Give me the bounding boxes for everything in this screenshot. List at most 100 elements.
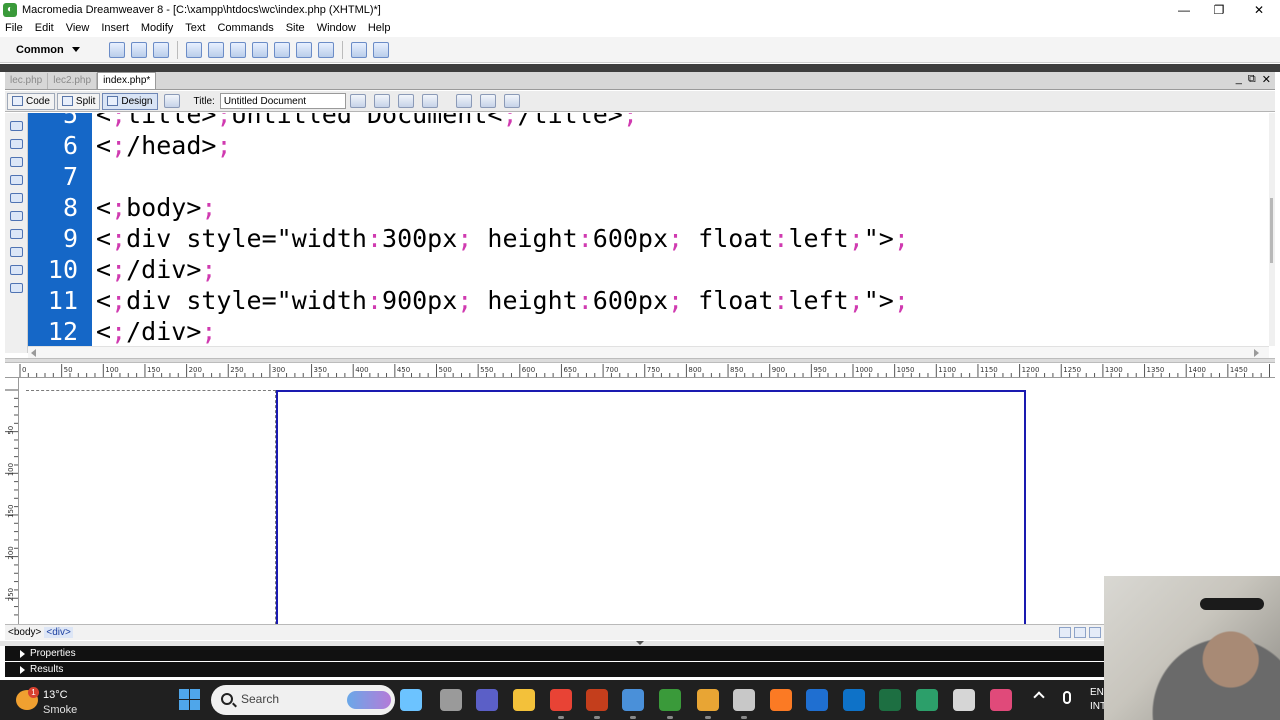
teams-icon[interactable] <box>476 689 498 711</box>
tab-lec2-php[interactable]: lec2.php <box>48 73 98 89</box>
menu-site[interactable]: Site <box>280 20 311 36</box>
div-900px-selected[interactable] <box>276 390 1026 624</box>
tab-lec-php[interactable]: lec.php <box>5 73 49 89</box>
menu-text[interactable]: Text <box>179 20 211 36</box>
menu-help[interactable]: Help <box>362 20 397 36</box>
code-line-7[interactable]: 7 <box>28 161 1269 192</box>
templates-icon[interactable] <box>318 41 334 58</box>
snipping-tool-icon[interactable] <box>990 689 1012 711</box>
start-button[interactable] <box>179 689 200 710</box>
menu-window[interactable]: Window <box>311 20 362 36</box>
collapse-arrow-icon[interactable] <box>636 641 644 645</box>
hyperlink-icon[interactable] <box>109 41 125 58</box>
properties-panel-header[interactable]: Properties <box>5 646 1275 661</box>
insert-category-dropdown[interactable]: Common <box>16 44 86 56</box>
menu-view[interactable]: View <box>60 20 96 36</box>
code-line-5[interactable]: 5 <;title>;Untitled Document<;/title>; <box>28 113 1269 130</box>
visual-aids-icon[interactable] <box>503 94 520 108</box>
design-view-button[interactable]: Design <box>102 92 158 110</box>
menu-commands[interactable]: Commands <box>211 20 279 36</box>
code-line-6[interactable]: 6 <;/head>; <box>28 130 1269 161</box>
minimize-button[interactable]: — <box>1164 0 1204 20</box>
tag-selector-div[interactable]: <div> <box>44 627 73 638</box>
vpn-icon[interactable] <box>622 689 644 719</box>
microphone-icon[interactable] <box>1063 691 1071 704</box>
close-button[interactable]: ✕ <box>1239 0 1279 20</box>
code-line-9[interactable]: 9 <;div style="width:300px; height:600px;… <box>28 223 1269 254</box>
table-icon[interactable] <box>186 41 202 58</box>
zoom-tool-icon[interactable] <box>1089 627 1101 638</box>
tag-selector-body[interactable]: <body> <box>8 627 41 638</box>
powerpoint-icon[interactable] <box>586 689 608 719</box>
code-editor[interactable]: 5 <;title>;Untitled Document<;/title>; 6 <;… <box>28 113 1269 346</box>
collapse-selection-icon[interactable] <box>9 157 23 167</box>
edge-icon[interactable] <box>916 689 938 711</box>
code-vertical-scrollbar[interactable] <box>1269 113 1275 346</box>
xampp-icon[interactable] <box>770 689 792 711</box>
design-view-canvas[interactable] <box>20 379 1275 624</box>
open-documents-icon[interactable] <box>9 121 23 131</box>
menu-file[interactable]: File <box>0 20 29 36</box>
chrome-icon[interactable] <box>550 689 572 719</box>
refresh-icon[interactable] <box>455 94 472 108</box>
doc-restore-button[interactable]: ⧉ <box>1248 73 1256 86</box>
hand-tool-icon[interactable] <box>1074 627 1086 638</box>
scroll-right-icon[interactable] <box>1254 349 1259 357</box>
balance-braces-icon[interactable] <box>9 211 23 221</box>
show-hidden-icons-chevron-icon[interactable] <box>1033 691 1045 703</box>
weather-widget[interactable]: 1 13°C Smoke <box>14 685 94 716</box>
remove-comment-icon[interactable] <box>9 283 23 293</box>
debug-icon[interactable] <box>397 94 414 108</box>
code-line-8[interactable]: 8 <;body>; <box>28 192 1269 223</box>
settings-icon[interactable] <box>733 689 755 719</box>
dreamweaver-icon[interactable] <box>659 689 681 719</box>
collapse-tag-icon[interactable] <box>9 139 23 149</box>
named-anchor-icon[interactable] <box>153 41 169 58</box>
email-link-icon[interactable] <box>131 41 147 58</box>
chrome-canary-icon[interactable] <box>697 689 719 719</box>
file-explorer-icon[interactable] <box>513 689 535 711</box>
teamviewer-icon[interactable] <box>843 689 865 711</box>
results-panel-header[interactable]: Results <box>5 662 1275 677</box>
file-management-icon[interactable] <box>349 94 366 108</box>
line-numbers-icon[interactable] <box>9 229 23 239</box>
live-data-icon[interactable] <box>163 94 180 108</box>
task-view-icon[interactable] <box>440 689 462 711</box>
highlight-invalid-code-icon[interactable] <box>9 247 23 257</box>
code-line-11[interactable]: 11 <;div style="width:900px; height:600px… <box>28 285 1269 316</box>
menu-edit[interactable]: Edit <box>29 20 60 36</box>
comment-icon[interactable] <box>296 41 312 58</box>
tag-chooser-icon[interactable] <box>351 41 367 58</box>
split-view-button[interactable]: Split <box>56 92 101 110</box>
view-options-icon[interactable] <box>479 94 496 108</box>
scroll-thumb[interactable] <box>1270 198 1273 263</box>
doc-close-button[interactable]: ✕ <box>1262 73 1271 86</box>
snippet-icon[interactable] <box>373 41 389 58</box>
taskbar-search-box[interactable]: Search <box>211 685 395 715</box>
menu-modify[interactable]: Modify <box>135 20 179 36</box>
code-view-button[interactable]: Code <box>7 92 55 110</box>
forticlient-icon[interactable] <box>806 689 828 711</box>
preview-in-browser-icon[interactable] <box>373 94 390 108</box>
menu-insert[interactable]: Insert <box>95 20 135 36</box>
media-icon[interactable] <box>252 41 268 58</box>
restore-button[interactable]: ❐ <box>1199 0 1239 20</box>
7zip-icon[interactable] <box>953 689 975 711</box>
copilot-icon[interactable] <box>400 689 422 711</box>
split-view-divider[interactable] <box>5 358 1275 363</box>
code-line-12[interactable]: 12 <;/div>; <box>28 316 1269 346</box>
select-parent-tag-icon[interactable] <box>9 193 23 203</box>
select-tool-icon[interactable] <box>1059 627 1071 638</box>
image-icon[interactable] <box>230 41 246 58</box>
browser-check-icon[interactable] <box>421 94 438 108</box>
excel-icon[interactable] <box>879 689 901 711</box>
div-300px-outline[interactable] <box>26 390 276 624</box>
scroll-left-icon[interactable] <box>31 349 36 357</box>
code-horizontal-scrollbar[interactable] <box>28 346 1269 358</box>
code-line-10[interactable]: 10 <;/div>; <box>28 254 1269 285</box>
tab-index-php[interactable]: index.php* <box>97 72 157 89</box>
apply-comment-icon[interactable] <box>9 265 23 275</box>
expand-all-icon[interactable] <box>9 175 23 185</box>
layer-icon[interactable] <box>208 41 224 58</box>
doc-minimize-button[interactable]: _ <box>1236 73 1242 86</box>
